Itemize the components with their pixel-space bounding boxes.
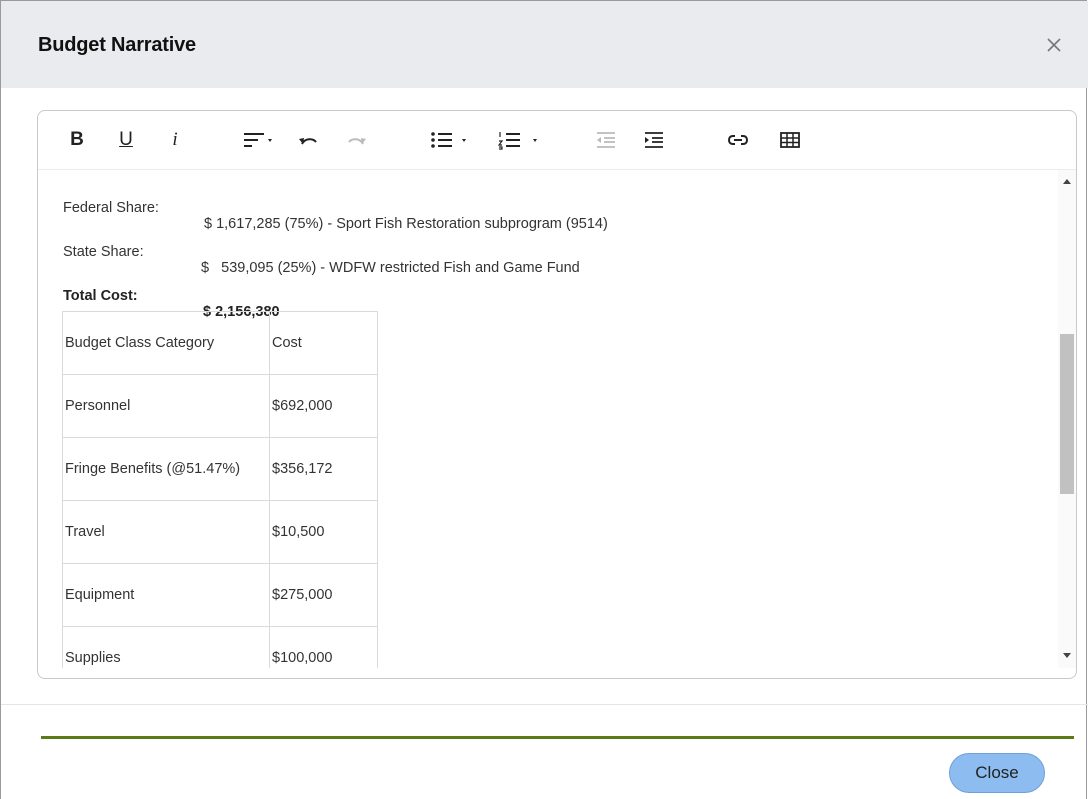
indent-button[interactable]: [642, 127, 666, 153]
table-header-cell: Budget Class Category: [62, 311, 270, 375]
budget-table: Budget Class Category Cost Personnel $69…: [62, 311, 378, 668]
numbered-list-icon: [498, 132, 537, 150]
redo-icon: [348, 138, 366, 145]
table-cell-cost: $10,500: [269, 500, 378, 564]
state-share-label: State Share:: [63, 244, 144, 260]
scroll-down-arrow-icon[interactable]: [1063, 653, 1071, 658]
federal-share-label: Federal Share:: [63, 200, 159, 216]
table-header-row: Budget Class Category Cost: [62, 311, 378, 375]
close-icon[interactable]: [1043, 34, 1065, 56]
undo-button[interactable]: [296, 127, 320, 153]
rich-text-editor[interactable]: B U i Federal Share: $ 1,617,285 (75%) -…: [37, 110, 1077, 679]
align-icon: [244, 133, 272, 147]
editor-content[interactable]: Federal Share: $ 1,617,285 (75%) - Sport…: [38, 170, 1058, 668]
underline-button[interactable]: U: [117, 127, 135, 153]
footer-divider: [1, 704, 1088, 705]
table-row: Equipment $275,000: [62, 563, 378, 627]
table-cell-cost: $275,000: [269, 563, 378, 627]
table-row: Fringe Benefits (@51.47%) $356,172: [62, 437, 378, 501]
table-cell-cost: $692,000: [269, 374, 378, 438]
table-cell-category: Travel: [62, 500, 270, 564]
link-icon: [727, 135, 749, 145]
table-row: Travel $10,500: [62, 500, 378, 564]
accent-line: [41, 736, 1074, 739]
vertical-scrollbar[interactable]: [1058, 170, 1076, 668]
outdent-button[interactable]: [594, 127, 618, 153]
scrollbar-thumb[interactable]: [1060, 334, 1074, 494]
bullet-list-dropdown[interactable]: [430, 127, 480, 153]
state-share-value: $ 539,095 (25%) - WDFW restricted Fish a…: [201, 260, 580, 276]
bullet-list-icon: [431, 132, 466, 148]
table-cell-cost: $100,000: [269, 626, 378, 668]
numbered-list-dropdown[interactable]: [498, 127, 548, 153]
table-header-cell: Cost: [269, 311, 378, 375]
dialog-header: Budget Narrative: [1, 1, 1088, 88]
close-button[interactable]: Close: [949, 753, 1045, 793]
link-button[interactable]: [726, 127, 750, 153]
table-button[interactable]: [778, 127, 802, 153]
undo-icon: [299, 138, 317, 145]
table-row: Personnel $692,000: [62, 374, 378, 438]
outdent-icon: [597, 132, 615, 148]
indent-icon: [645, 132, 663, 148]
table-icon: [780, 132, 800, 148]
redo-button[interactable]: [345, 127, 369, 153]
table-cell-category: Equipment: [62, 563, 270, 627]
align-dropdown[interactable]: [242, 127, 278, 153]
table-cell-category: Personnel: [62, 374, 270, 438]
table-cell-cost: $356,172: [269, 437, 378, 501]
table-row: Supplies $100,000: [62, 626, 378, 668]
scroll-up-arrow-icon[interactable]: [1063, 179, 1071, 184]
table-cell-category: Supplies: [62, 626, 270, 668]
italic-button[interactable]: i: [166, 127, 184, 153]
bold-button[interactable]: B: [68, 127, 86, 153]
dialog-title: Budget Narrative: [38, 34, 196, 56]
editor-toolbar: B U i: [38, 111, 1076, 170]
table-cell-category: Fringe Benefits (@51.47%): [62, 437, 270, 501]
budget-narrative-dialog: Budget Narrative B U i Federal Share: $ …: [0, 0, 1088, 799]
federal-share-value: $ 1,617,285 (75%) - Sport Fish Restorati…: [204, 216, 608, 232]
total-cost-label: Total Cost:: [63, 288, 138, 304]
